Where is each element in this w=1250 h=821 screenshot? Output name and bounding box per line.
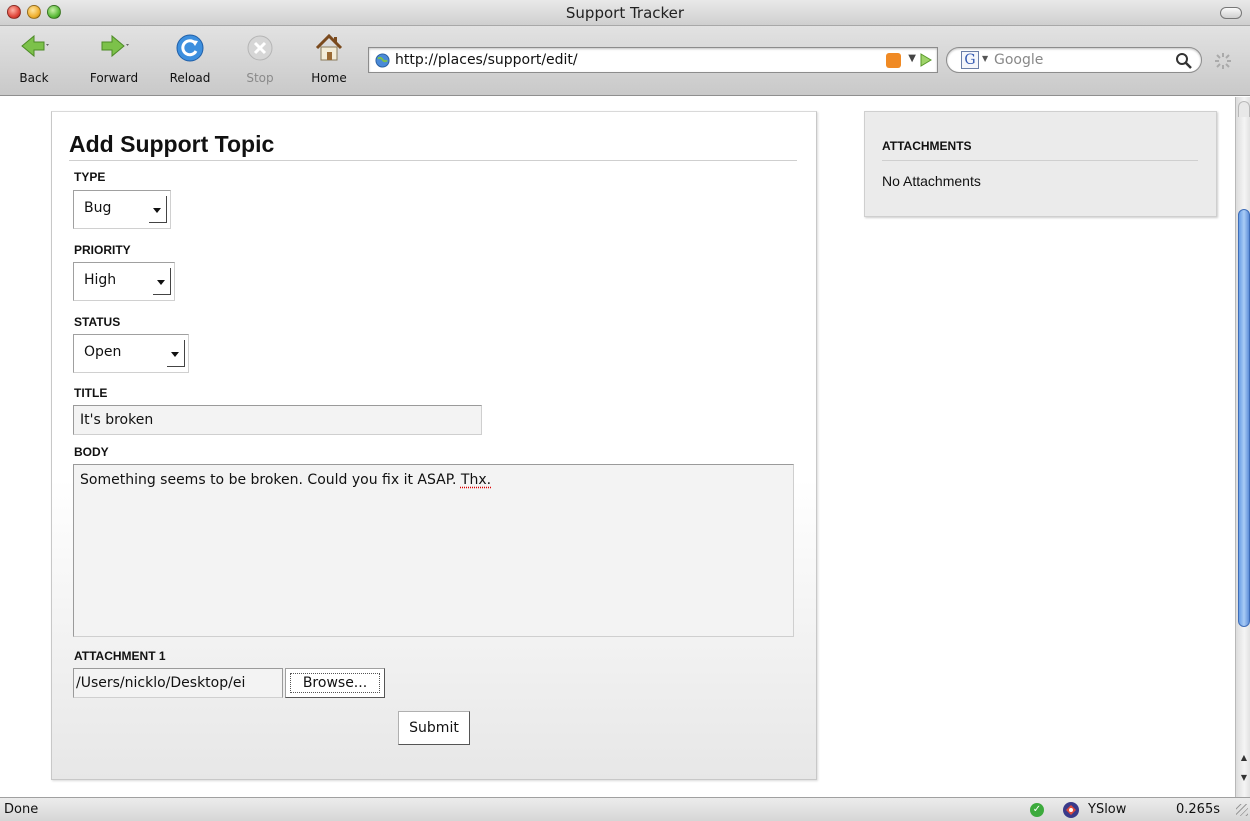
body-label: BODY [74, 445, 109, 459]
page-title: Add Support Topic [69, 131, 275, 157]
type-select-value: Bug [84, 200, 112, 216]
forward-label: Forward [89, 71, 139, 85]
search-icon[interactable] [1175, 52, 1193, 70]
attachments-title: ATTACHMENTS [882, 139, 972, 153]
address-bar[interactable]: http://places/support/edit/ ▼ [368, 47, 938, 73]
home-button[interactable]: Home [299, 32, 359, 92]
search-placeholder: Google [994, 52, 1044, 68]
yslow-label[interactable]: YSlow [1088, 802, 1126, 817]
type-label: TYPE [74, 170, 106, 184]
search-engine-icon[interactable]: G [961, 51, 979, 69]
vertical-scrollbar[interactable]: ▲ ▼ [1235, 97, 1250, 797]
page-viewport: Add Support Topic TYPE Bug PRIORITY High… [0, 97, 1235, 797]
reload-label: Reload [169, 71, 211, 85]
attachment-label: ATTACHMENT 1 [74, 649, 166, 663]
chevron-down-icon [167, 340, 185, 367]
chevron-down-icon[interactable]: ▼ [908, 53, 916, 64]
submit-button[interactable]: Submit [398, 711, 470, 745]
globe-icon [375, 53, 390, 68]
window-titlebar: Support Tracker [0, 0, 1250, 26]
engine-chevron-icon[interactable]: ▼ [982, 54, 988, 63]
attachments-empty-text: No Attachments [882, 173, 981, 189]
browse-button[interactable]: Browse... [285, 668, 385, 698]
back-arrow-icon [21, 34, 49, 58]
misspelled-word: Thx. [460, 472, 492, 488]
toolbar-toggle-button[interactable] [1220, 7, 1242, 19]
reload-icon [176, 34, 204, 62]
attachments-divider [882, 160, 1198, 161]
title-input[interactable]: It's broken [73, 405, 482, 435]
heading-divider [69, 160, 797, 161]
body-text-main: Something seems to be broken. Could you … [80, 472, 457, 488]
body-textarea[interactable]: Something seems to be broken. Could you … [73, 464, 794, 637]
attachments-panel: ATTACHMENTS No Attachments [864, 111, 1217, 217]
type-select[interactable]: Bug [73, 190, 171, 229]
scrollbar-thumb[interactable] [1238, 209, 1250, 627]
activity-throbber-icon [1215, 53, 1231, 69]
yslow-icon[interactable] [1062, 801, 1080, 819]
priority-select[interactable]: High [73, 262, 175, 301]
priority-label: PRIORITY [74, 243, 131, 257]
scrollbar-track-cap [1238, 101, 1250, 117]
forward-button[interactable]: Forward [84, 32, 144, 92]
stop-label: Stop [246, 71, 274, 85]
search-bar[interactable]: G ▼ Google [946, 47, 1202, 73]
scroll-down-arrow-icon[interactable]: ▼ [1238, 773, 1250, 785]
window-title: Support Tracker [565, 4, 685, 22]
load-time: 0.265s [1176, 802, 1220, 817]
browser-toolbar: Back Forward Reload Stop Home http://pla… [0, 26, 1250, 96]
address-url: http://places/support/edit/ [395, 52, 578, 68]
add-topic-form: Add Support Topic TYPE Bug PRIORITY High… [51, 111, 817, 780]
priority-select-value: High [84, 272, 117, 288]
attachment-path-value: /Users/nicklo/Desktop/ei [76, 675, 246, 691]
back-label: Back [19, 71, 49, 85]
stop-icon [247, 35, 273, 61]
resize-grip-icon[interactable] [1236, 804, 1248, 816]
reload-button[interactable]: Reload [160, 32, 220, 92]
chevron-down-icon [149, 196, 167, 223]
status-label: STATUS [74, 315, 121, 329]
status-text: Done [4, 802, 39, 817]
status-select[interactable]: Open [73, 334, 189, 373]
forward-arrow-icon [101, 34, 129, 58]
status-bar: Done ✓ YSlow 0.265s [0, 797, 1250, 821]
attachment-path-field[interactable]: /Users/nicklo/Desktop/ei [73, 668, 283, 698]
stop-button[interactable]: Stop [230, 32, 290, 92]
go-arrow-icon[interactable] [919, 52, 933, 68]
rss-feed-icon[interactable] [886, 53, 901, 68]
title-label: TITLE [74, 386, 108, 400]
chevron-down-icon [153, 268, 171, 295]
status-select-value: Open [84, 344, 122, 360]
home-icon [315, 33, 343, 61]
check-icon[interactable]: ✓ [1030, 803, 1044, 817]
browse-button-label: Browse... [290, 673, 380, 693]
back-button[interactable]: Back [4, 32, 64, 92]
body-text: Something seems to be broken. Could you … [80, 472, 491, 488]
scroll-up-arrow-icon[interactable]: ▲ [1238, 753, 1250, 765]
home-label: Home [311, 71, 347, 85]
title-input-value: It's broken [80, 412, 154, 428]
